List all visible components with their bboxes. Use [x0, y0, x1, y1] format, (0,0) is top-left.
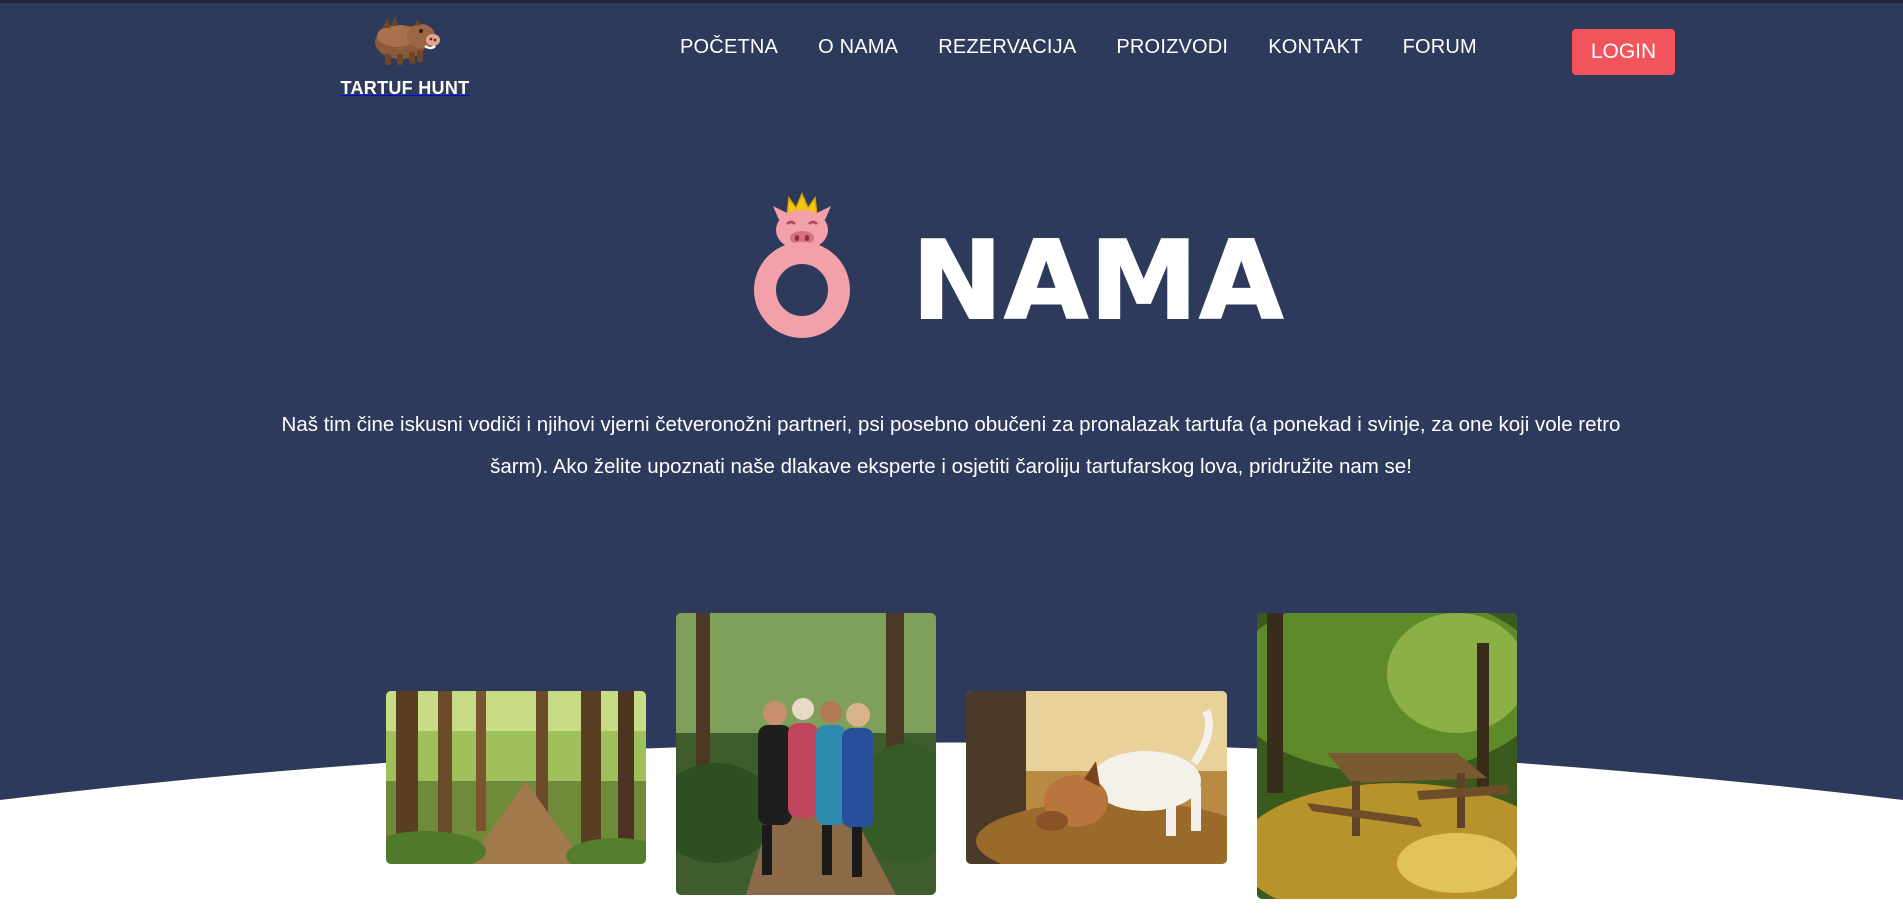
- login-button[interactable]: LOGIN: [1572, 29, 1675, 75]
- logo-link[interactable]: TARTUF HUNT: [340, 6, 470, 99]
- top-border: [0, 0, 1903, 3]
- page-title-text: NAMA: [911, 219, 1286, 344]
- page-title: NAMA: [745, 170, 1285, 340]
- nav-item-o-nama[interactable]: O NAMA: [818, 36, 898, 59]
- nav-item-rezervacija[interactable]: REZERVACIJA: [938, 36, 1076, 59]
- brand-name: TARTUF HUNT: [340, 78, 470, 98]
- about-text: Naš tim čine iskusni vodiči i njihovi vj…: [281, 413, 1621, 478]
- truffle-dog-photo: [966, 691, 1227, 864]
- bottom-wave-shape: [0, 742, 1903, 914]
- main-nav: POČETNA O NAMA REZERVACIJA PROIZVODI KON…: [680, 36, 1477, 59]
- hikers-group-photo: [676, 613, 936, 895]
- picnic-table-photo: [1257, 613, 1517, 899]
- forest-trail-photo: [386, 691, 646, 864]
- nav-item-forum[interactable]: FORUM: [1403, 36, 1477, 59]
- nav-item-pocetna[interactable]: POČETNA: [680, 36, 778, 59]
- nav-item-kontakt[interactable]: KONTAKT: [1268, 36, 1362, 59]
- crowned-pig-o-icon: [754, 192, 850, 338]
- boar-icon: [375, 16, 440, 65]
- nav-item-proizvodi[interactable]: PROIZVODI: [1116, 36, 1228, 59]
